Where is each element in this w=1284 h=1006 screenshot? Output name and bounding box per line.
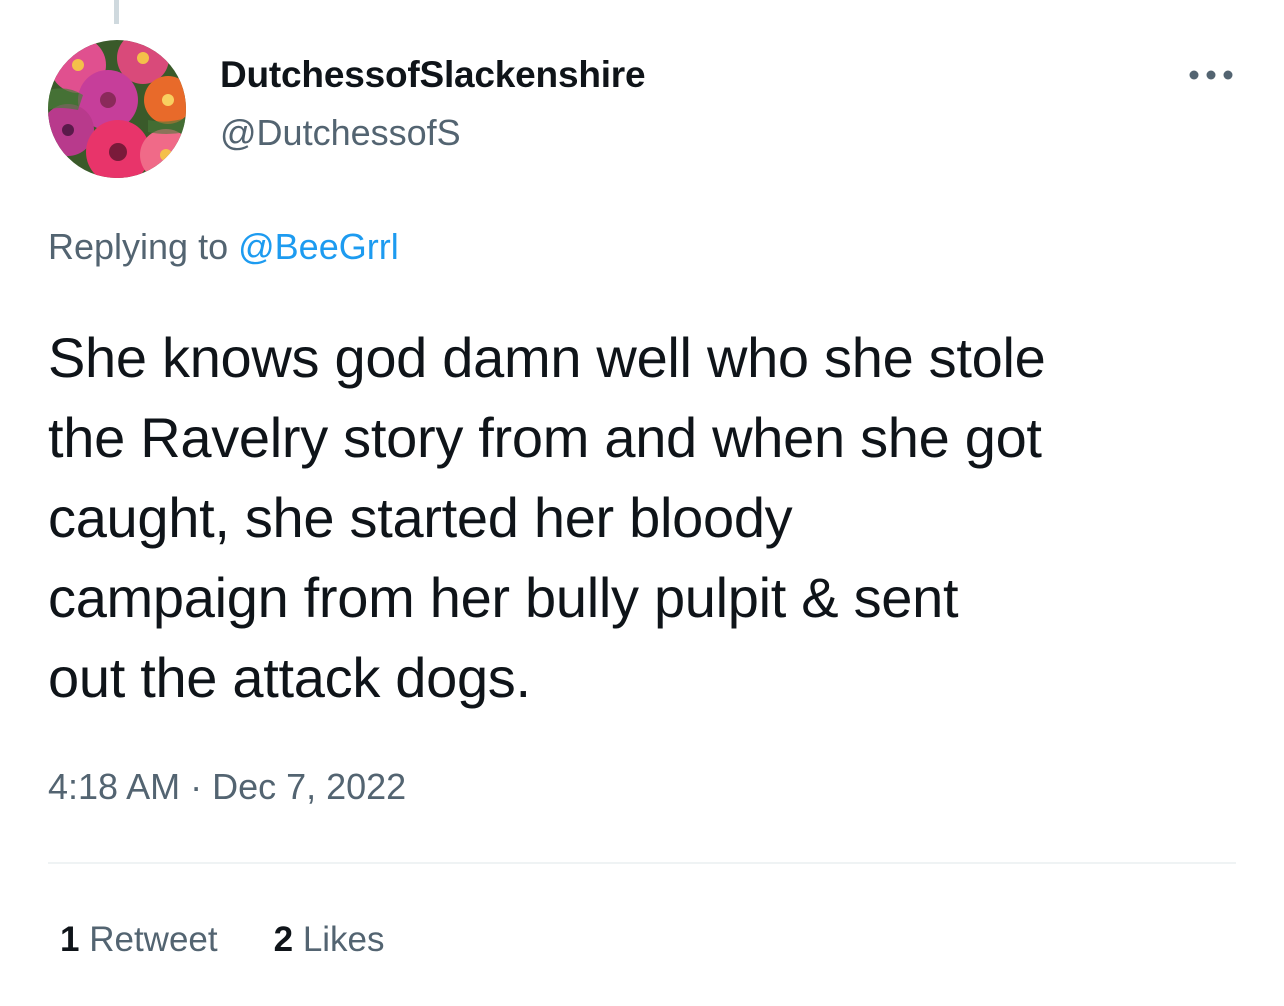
replying-to-line: Replying to @BeeGrrl [48,226,399,268]
avatar[interactable] [48,40,186,178]
author-handle[interactable]: @DutchessofS [220,112,461,154]
likes-count: 2 [273,920,294,959]
retweets-label: Retweet [89,920,218,959]
replying-to-label: Replying to [48,226,229,267]
likes-label: Likes [302,920,385,959]
tweet-text-line: campaign from her bully pulpit & sent [48,566,959,629]
likes-stat[interactable]: 2 Likes [274,920,385,960]
tweet-text-line: out the attack dogs. [48,646,531,709]
retweets-count: 1 [60,920,80,959]
tweet-text-line: the Ravelry story from and when she got [48,406,1042,469]
author-display-name[interactable]: DutchessofSlackenshire [220,54,646,96]
divider [48,862,1236,864]
replying-to-mention[interactable]: @BeeGrrl [238,226,399,267]
tweet-text: She knows god damn well who she stole th… [48,318,1248,718]
tweet-timestamp[interactable]: 4:18 AM · Dec 7, 2022 [48,766,406,808]
tweet-text-line: She knows god damn well who she stole [48,326,1046,389]
tweet-stats: 1 Retweet 2 Likes [60,920,385,960]
tweet-text-line: caught, she started her bloody [48,486,793,549]
thread-connector-line [114,0,119,24]
more-horizontal-icon[interactable] [1186,60,1236,90]
retweets-stat[interactable]: 1 Retweet [60,920,218,960]
flower-avatar-image [48,40,186,178]
